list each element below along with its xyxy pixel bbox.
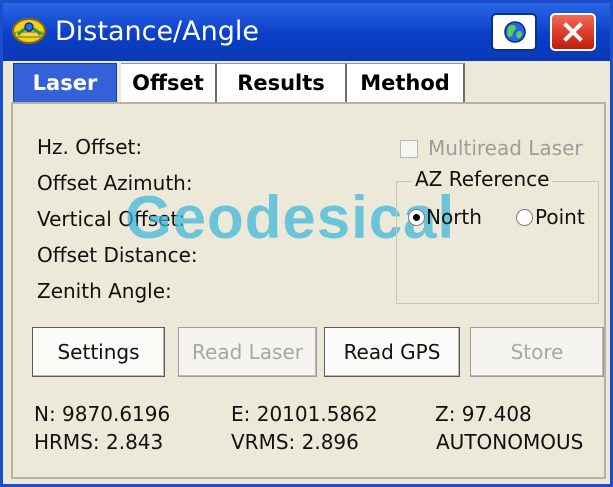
offset-azimuth-label: Offset Azimuth: xyxy=(37,171,193,195)
distance-angle-window: Distance/Angle Laser Offset Results Meth… xyxy=(0,0,613,487)
easting-value: E: 20101.5862 xyxy=(231,402,378,426)
hrms-value: HRMS: 2.843 xyxy=(34,430,164,454)
settings-button[interactable]: Settings xyxy=(32,327,165,377)
read-laser-button[interactable]: Read Laser xyxy=(178,327,317,377)
tab-strip: Laser Offset Results Method xyxy=(13,63,610,103)
read-gps-button[interactable]: Read GPS xyxy=(324,327,460,377)
offset-distance-label: Offset Distance: xyxy=(37,243,198,267)
vrms-value: VRMS: 2.896 xyxy=(231,430,359,454)
multiread-laser-checkbox[interactable] xyxy=(400,140,418,158)
title-bar: Distance/Angle xyxy=(3,3,610,61)
solution-status: AUTONOMOUS xyxy=(436,430,584,454)
zenith-angle-label: Zenith Angle: xyxy=(37,279,172,303)
tab-offset[interactable]: Offset xyxy=(121,63,217,103)
tab-method[interactable]: Method xyxy=(347,63,465,103)
az-reference-group xyxy=(396,181,599,304)
point-radio-label: Point xyxy=(535,205,585,229)
tab-laser[interactable]: Laser xyxy=(13,63,117,103)
globe-button[interactable] xyxy=(491,13,537,51)
north-radio[interactable] xyxy=(408,209,425,226)
hz-offset-label: Hz. Offset: xyxy=(37,135,143,159)
vertical-offset-label: Vertical Offset: xyxy=(37,207,186,231)
north-radio-label: North xyxy=(426,205,482,229)
northing-value: N: 9870.6196 xyxy=(34,402,171,426)
point-radio[interactable] xyxy=(516,209,533,226)
tab-results[interactable]: Results xyxy=(217,63,347,103)
store-button[interactable]: Store xyxy=(470,327,604,377)
elevation-value: Z: 97.408 xyxy=(435,402,532,426)
az-reference-title: AZ Reference xyxy=(412,167,553,191)
multiread-laser-label: Multiread Laser xyxy=(428,136,583,160)
helmet-icon xyxy=(11,13,47,49)
window-title: Distance/Angle xyxy=(55,16,259,47)
close-button[interactable] xyxy=(550,13,596,51)
